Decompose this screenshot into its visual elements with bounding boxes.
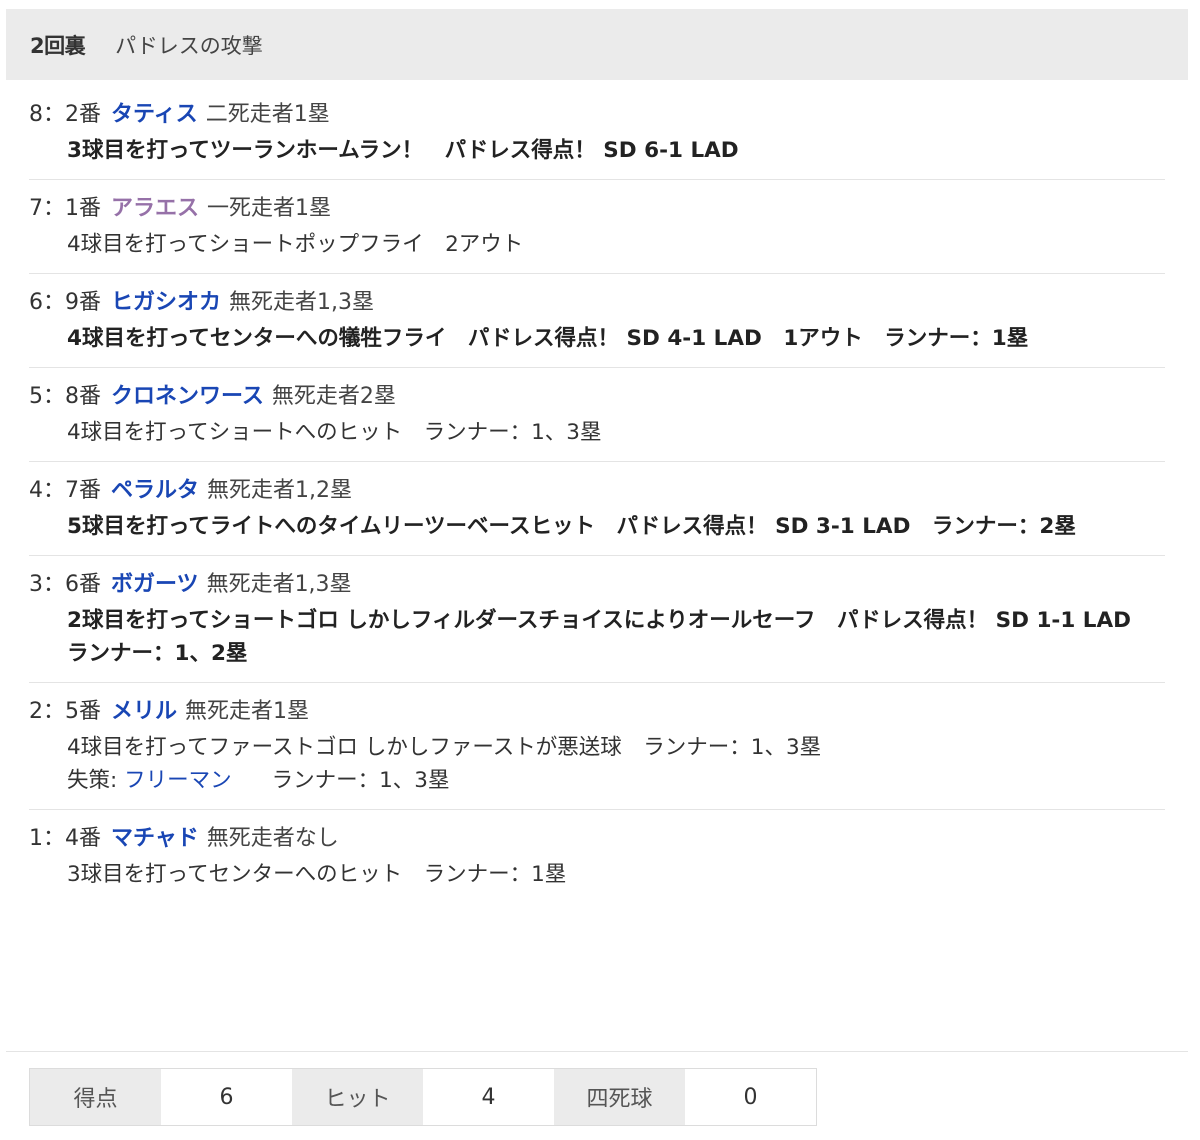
section-divider <box>6 1051 1188 1052</box>
attacking-team-label: パドレスの攻撃 <box>115 33 263 58</box>
play-result: 3球目を打ってツーランホームラン！ パドレス得点！ SD 6-1 LAD <box>67 138 739 163</box>
error-note: 失策: フリーマン ランナー：1、3塁 <box>29 764 1165 797</box>
play-sequence: 3：6番 <box>29 572 101 597</box>
stat-label-hits: ヒット <box>292 1069 423 1125</box>
player-link[interactable]: タティス <box>111 102 198 127</box>
play-item: 4：7番 ペラルタ 無死走者1,2塁 5球目を打ってライトへのタイムリーツーベースヒ… <box>29 462 1165 556</box>
play-result: 4球目を打ってセンターへの犠牲フライ パドレス得点！ SD 4-1 LAD 1ア… <box>67 326 1029 351</box>
play-situation: 無死走者1,3塁 <box>206 572 352 597</box>
stat-value-hits: 4 <box>423 1069 554 1125</box>
play-result: 3球目を打ってセンターへのヒット ランナー：1塁 <box>67 862 567 887</box>
inning-header: 2回裏 パドレスの攻撃 <box>6 9 1188 80</box>
play-item: 1：4番 マチャド 無死走者なし 3球目を打ってセンターへのヒット ランナー：1塁 <box>29 810 1165 903</box>
play-situation: 無死走者1塁 <box>185 699 310 724</box>
error-fielder-link[interactable]: フリーマン <box>124 768 232 793</box>
player-link[interactable]: クロネンワース <box>111 384 264 409</box>
play-sequence: 4：7番 <box>29 478 101 503</box>
play-item: 8：2番 タティス 二死走者1塁 3球目を打ってツーランホームラン！ パドレス得点！… <box>29 86 1165 180</box>
play-item: 5：8番 クロネンワース 無死走者2塁 4球目を打ってショートへのヒット ランナー：… <box>29 368 1165 462</box>
play-sequence: 1：4番 <box>29 826 101 851</box>
play-item: 2：5番 メリル 無死走者1塁 4球目を打ってファーストゴロ しかしファーストが悪送… <box>29 683 1165 810</box>
stat-label-runs: 得点 <box>30 1069 161 1125</box>
play-item: 7：1番 アラエス 一死走者1塁 4球目を打ってショートポップフライ 2アウト <box>29 180 1165 274</box>
play-sequence: 7：1番 <box>29 196 101 221</box>
play-item: 6：9番 ヒガシオカ 無死走者1,3塁 4球目を打ってセンターへの犠牲フライ パドレ… <box>29 274 1165 368</box>
play-situation: 無死走者なし <box>206 826 339 851</box>
play-sequence: 6：9番 <box>29 290 101 315</box>
play-result: 4球目を打ってショートへのヒット ランナー：1、3塁 <box>67 420 602 445</box>
play-sequence: 8：2番 <box>29 102 101 127</box>
play-situation: 一死走者1塁 <box>207 196 332 221</box>
inning-stats-table: 得点 6 ヒット 4 四死球 0 <box>29 1068 817 1126</box>
player-link[interactable]: アラエス <box>111 196 199 221</box>
player-link[interactable]: メリル <box>111 699 177 724</box>
error-runners: ランナー：1、3塁 <box>271 768 450 793</box>
play-situation: 無死走者2塁 <box>271 384 396 409</box>
stat-label-walks: 四死球 <box>554 1069 685 1125</box>
play-situation: 二死走者1塁 <box>205 102 330 127</box>
player-link[interactable]: マチャド <box>111 826 199 851</box>
play-result: 4球目を打ってファーストゴロ しかしファーストが悪送球 ランナー：1、3塁 <box>67 735 822 760</box>
play-item: 3：6番 ボガーツ 無死走者1,3塁 2球目を打ってショートゴロ しかしフィルダース… <box>29 556 1165 683</box>
play-sequence: 2：5番 <box>29 699 101 724</box>
play-situation: 無死走者1,3塁 <box>229 290 375 315</box>
play-result: 2球目を打ってショートゴロ しかしフィルダースチョイスによりオールセーフ パドレ… <box>67 608 1153 666</box>
play-situation: 無死走者1,2塁 <box>207 478 353 503</box>
player-link[interactable]: ボガーツ <box>111 572 199 597</box>
stat-value-walks: 0 <box>685 1069 816 1125</box>
error-label: 失策: <box>67 768 125 793</box>
stat-value-runs: 6 <box>161 1069 292 1125</box>
play-result: 5球目を打ってライトへのタイムリーツーベースヒット パドレス得点！ SD 3-1… <box>67 514 1076 539</box>
inning-label: 2回裏 <box>30 33 86 58</box>
play-sequence: 5：8番 <box>29 384 101 409</box>
play-by-play-list: 8：2番 タティス 二死走者1塁 3球目を打ってツーランホームラン！ パドレス得点！… <box>29 86 1165 903</box>
player-link[interactable]: ペラルタ <box>111 478 199 503</box>
player-link[interactable]: ヒガシオカ <box>111 290 221 315</box>
play-result: 4球目を打ってショートポップフライ 2アウト <box>67 232 524 257</box>
